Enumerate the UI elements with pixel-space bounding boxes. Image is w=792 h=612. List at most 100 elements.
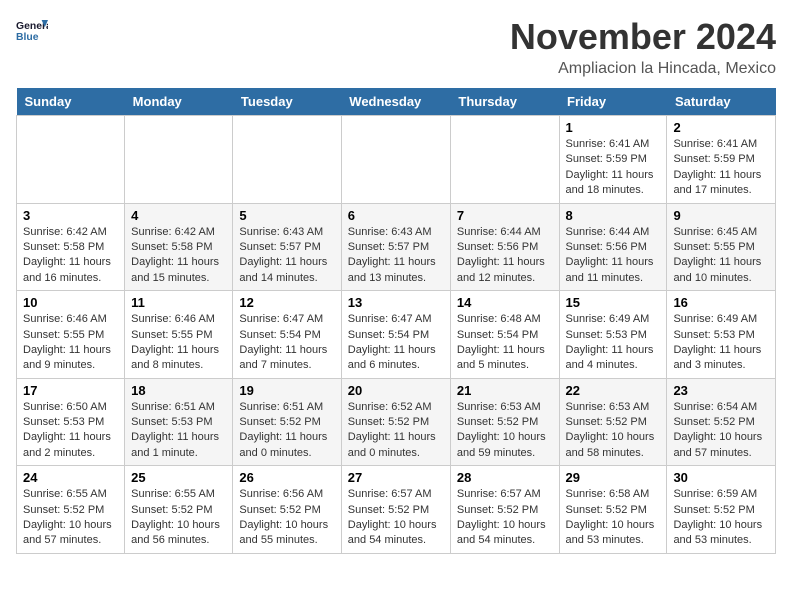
day-info: Sunrise: 6:59 AM Sunset: 5:52 PM Dayligh… xyxy=(673,487,769,549)
calendar-table: SundayMondayTuesdayWednesdayThursdayFrid… xyxy=(16,88,776,554)
logo: General Blue xyxy=(16,16,48,44)
weekday-header-sunday: Sunday xyxy=(17,88,125,116)
day-info: Sunrise: 6:53 AM Sunset: 5:52 PM Dayligh… xyxy=(457,400,553,462)
day-info: Sunrise: 6:49 AM Sunset: 5:53 PM Dayligh… xyxy=(566,312,661,374)
day-info: Sunrise: 6:48 AM Sunset: 5:54 PM Dayligh… xyxy=(457,312,553,374)
day-info: Sunrise: 6:58 AM Sunset: 5:52 PM Dayligh… xyxy=(566,487,661,549)
calendar-header-row: SundayMondayTuesdayWednesdayThursdayFrid… xyxy=(17,88,776,116)
weekday-header-thursday: Thursday xyxy=(450,88,559,116)
title-section: November 2024 Ampliacion la Hincada, Mex… xyxy=(510,16,776,78)
weekday-header-saturday: Saturday xyxy=(667,88,776,116)
calendar-cell: 17Sunrise: 6:50 AM Sunset: 5:53 PM Dayli… xyxy=(17,378,125,466)
day-number: 5 xyxy=(239,208,334,223)
calendar-cell: 20 Sunrise: 6:52 AM Sunset: 5:52 PM Dayli… xyxy=(341,378,450,466)
calendar-cell: 15 Sunrise: 6:49 AM Sunset: 5:53 PM Dayli… xyxy=(559,291,667,379)
day-info: Sunrise: 6:41 AM Sunset: 5:59 PM Dayligh… xyxy=(673,137,769,199)
day-info: Sunrise: 6:44 AM Sunset: 5:56 PM Dayligh… xyxy=(566,225,661,287)
calendar-cell xyxy=(17,116,125,204)
day-number: 16 xyxy=(673,295,769,310)
day-number: 4 xyxy=(131,208,226,223)
day-number: 10 xyxy=(23,295,118,310)
calendar-cell: 28Sunrise: 6:57 AM Sunset: 5:52 PM Dayli… xyxy=(450,466,559,554)
calendar-cell: 16 Sunrise: 6:49 AM Sunset: 5:53 PM Dayli… xyxy=(667,291,776,379)
day-number: 9 xyxy=(673,208,769,223)
month-title: November 2024 xyxy=(510,16,776,58)
day-number: 18 xyxy=(131,383,226,398)
day-info: Sunrise: 6:45 AM Sunset: 5:55 PM Dayligh… xyxy=(673,225,769,287)
calendar-week-row: 24 Sunrise: 6:55 AM Sunset: 5:52 PM Dayli… xyxy=(17,466,776,554)
day-info: Sunrise: 6:47 AM Sunset: 5:54 PM Dayligh… xyxy=(348,312,444,374)
calendar-cell xyxy=(233,116,341,204)
calendar-cell: 22Sunrise: 6:53 AM Sunset: 5:52 PM Dayli… xyxy=(559,378,667,466)
day-number: 6 xyxy=(348,208,444,223)
calendar-cell: 21 Sunrise: 6:53 AM Sunset: 5:52 PM Dayli… xyxy=(450,378,559,466)
page-header: General Blue November 2024 Ampliacion la… xyxy=(16,16,776,78)
day-info: Sunrise: 6:55 AM Sunset: 5:52 PM Dayligh… xyxy=(131,487,226,549)
day-number: 14 xyxy=(457,295,553,310)
day-info: Sunrise: 6:44 AM Sunset: 5:56 PM Dayligh… xyxy=(457,225,553,287)
day-number: 1 xyxy=(566,120,661,135)
calendar-cell: 14 Sunrise: 6:48 AM Sunset: 5:54 PM Dayli… xyxy=(450,291,559,379)
calendar-cell xyxy=(450,116,559,204)
day-number: 3 xyxy=(23,208,118,223)
day-number: 30 xyxy=(673,470,769,485)
calendar-cell xyxy=(341,116,450,204)
calendar-cell: 6 Sunrise: 6:43 AM Sunset: 5:57 PM Daylig… xyxy=(341,203,450,291)
weekday-header-friday: Friday xyxy=(559,88,667,116)
day-number: 20 xyxy=(348,383,444,398)
calendar-week-row: 1 Sunrise: 6:41 AM Sunset: 5:59 PM Daylig… xyxy=(17,116,776,204)
day-number: 29 xyxy=(566,470,661,485)
calendar-cell: 26Sunrise: 6:56 AM Sunset: 5:52 PM Dayli… xyxy=(233,466,341,554)
day-number: 13 xyxy=(348,295,444,310)
weekday-header-tuesday: Tuesday xyxy=(233,88,341,116)
day-number: 27 xyxy=(348,470,444,485)
day-number: 24 xyxy=(23,470,118,485)
calendar-week-row: 10 Sunrise: 6:46 AM Sunset: 5:55 PM Dayli… xyxy=(17,291,776,379)
day-number: 23 xyxy=(673,383,769,398)
calendar-cell: 3 Sunrise: 6:42 AM Sunset: 5:58 PM Daylig… xyxy=(17,203,125,291)
calendar-cell: 23 Sunrise: 6:54 AM Sunset: 5:52 PM Dayli… xyxy=(667,378,776,466)
day-number: 15 xyxy=(566,295,661,310)
calendar-cell: 4 Sunrise: 6:42 AM Sunset: 5:58 PM Daylig… xyxy=(125,203,233,291)
day-info: Sunrise: 6:47 AM Sunset: 5:54 PM Dayligh… xyxy=(239,312,334,374)
calendar-cell: 27Sunrise: 6:57 AM Sunset: 5:52 PM Dayli… xyxy=(341,466,450,554)
logo-icon: General Blue xyxy=(16,16,48,44)
day-number: 21 xyxy=(457,383,553,398)
calendar-cell xyxy=(125,116,233,204)
calendar-cell: 5Sunrise: 6:43 AM Sunset: 5:57 PM Daylig… xyxy=(233,203,341,291)
day-number: 28 xyxy=(457,470,553,485)
day-info: Sunrise: 6:53 AM Sunset: 5:52 PM Dayligh… xyxy=(566,400,661,462)
weekday-header-monday: Monday xyxy=(125,88,233,116)
day-info: Sunrise: 6:42 AM Sunset: 5:58 PM Dayligh… xyxy=(23,225,118,287)
day-number: 25 xyxy=(131,470,226,485)
day-info: Sunrise: 6:41 AM Sunset: 5:59 PM Dayligh… xyxy=(566,137,661,199)
day-info: Sunrise: 6:43 AM Sunset: 5:57 PM Dayligh… xyxy=(348,225,444,287)
day-info: Sunrise: 6:51 AM Sunset: 5:52 PM Dayligh… xyxy=(239,400,334,462)
day-number: 17 xyxy=(23,383,118,398)
calendar-cell: 9 Sunrise: 6:45 AM Sunset: 5:55 PM Daylig… xyxy=(667,203,776,291)
day-info: Sunrise: 6:49 AM Sunset: 5:53 PM Dayligh… xyxy=(673,312,769,374)
day-info: Sunrise: 6:55 AM Sunset: 5:52 PM Dayligh… xyxy=(23,487,118,549)
day-info: Sunrise: 6:42 AM Sunset: 5:58 PM Dayligh… xyxy=(131,225,226,287)
location-title: Ampliacion la Hincada, Mexico xyxy=(510,60,776,78)
calendar-cell: 10Sunrise: 6:46 AM Sunset: 5:55 PM Dayli… xyxy=(17,291,125,379)
calendar-week-row: 17Sunrise: 6:50 AM Sunset: 5:53 PM Dayli… xyxy=(17,378,776,466)
day-info: Sunrise: 6:52 AM Sunset: 5:52 PM Dayligh… xyxy=(348,400,444,462)
calendar-cell: 2 Sunrise: 6:41 AM Sunset: 5:59 PM Daylig… xyxy=(667,116,776,204)
day-info: Sunrise: 6:46 AM Sunset: 5:55 PM Dayligh… xyxy=(131,312,226,374)
calendar-cell: 19 Sunrise: 6:51 AM Sunset: 5:52 PM Dayli… xyxy=(233,378,341,466)
calendar-cell: 18Sunrise: 6:51 AM Sunset: 5:53 PM Dayli… xyxy=(125,378,233,466)
day-number: 2 xyxy=(673,120,769,135)
calendar-cell: 1 Sunrise: 6:41 AM Sunset: 5:59 PM Daylig… xyxy=(559,116,667,204)
day-number: 7 xyxy=(457,208,553,223)
calendar-cell: 30 Sunrise: 6:59 AM Sunset: 5:52 PM Dayli… xyxy=(667,466,776,554)
day-number: 26 xyxy=(239,470,334,485)
calendar-week-row: 3 Sunrise: 6:42 AM Sunset: 5:58 PM Daylig… xyxy=(17,203,776,291)
calendar-cell: 29 Sunrise: 6:58 AM Sunset: 5:52 PM Dayli… xyxy=(559,466,667,554)
day-number: 11 xyxy=(131,295,226,310)
day-number: 19 xyxy=(239,383,334,398)
day-number: 12 xyxy=(239,295,334,310)
day-info: Sunrise: 6:54 AM Sunset: 5:52 PM Dayligh… xyxy=(673,400,769,462)
weekday-header-wednesday: Wednesday xyxy=(341,88,450,116)
calendar-cell: 7 Sunrise: 6:44 AM Sunset: 5:56 PM Daylig… xyxy=(450,203,559,291)
